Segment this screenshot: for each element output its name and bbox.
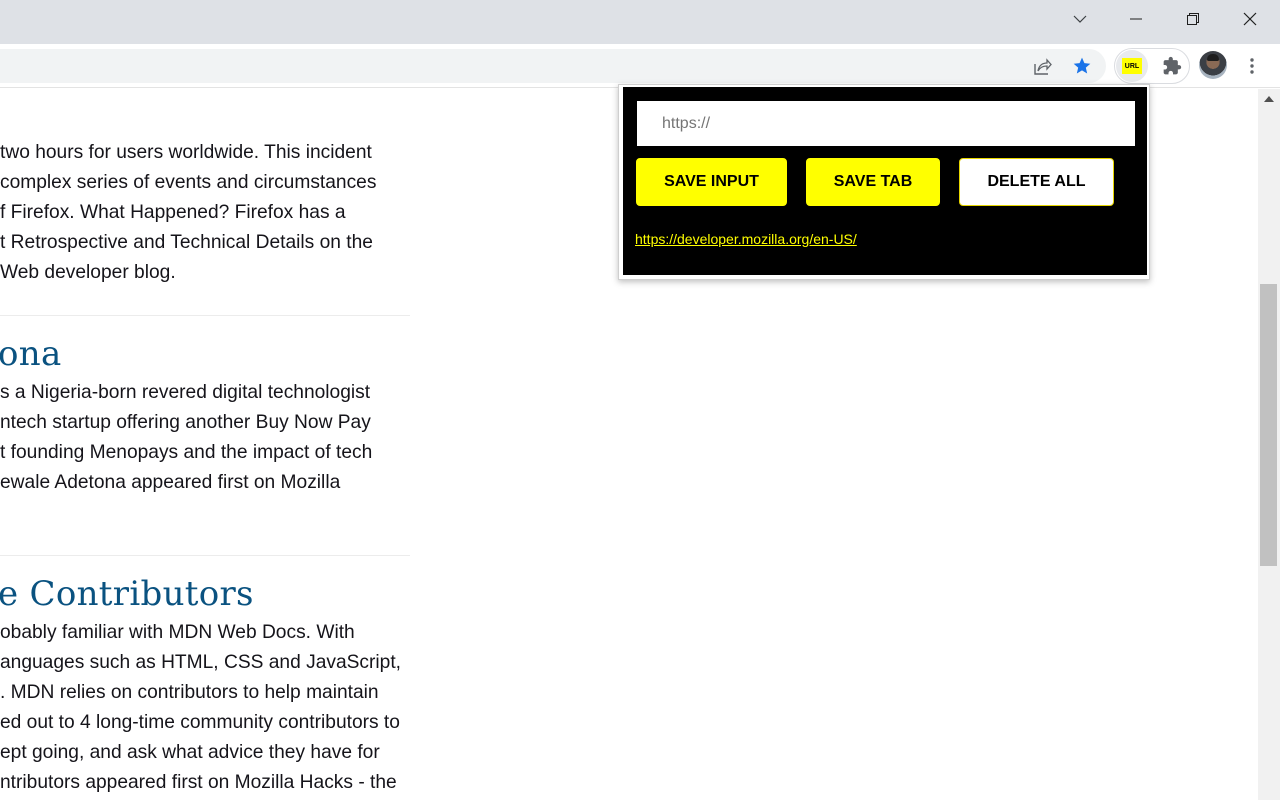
article-excerpt-3: obably familiar with MDN Web Docs. With … [0,618,420,798]
url-saver-popup: SAVE INPUT SAVE TAB DELETE ALL https://d… [618,84,1150,280]
text-line: f Firefox. What Happened? Firefox has a [0,202,346,223]
url-extension-icon: URL [1122,58,1142,74]
text-line: complex series of events and circumstanc… [0,172,377,193]
restore-icon [1187,13,1199,25]
title-bar [0,0,1280,44]
save-tab-button[interactable]: SAVE TAB [806,158,940,206]
saved-url-link[interactable]: https://developer.mozilla.org/en-US/ [635,231,857,247]
article-divider [0,315,410,316]
tab-search-button[interactable] [1057,0,1103,38]
text-line: t Retrospective and Technical Details on… [0,232,373,253]
article-title-3[interactable]: e Contributors [0,574,254,614]
scroll-up-button[interactable] [1258,89,1280,109]
minimize-icon [1130,18,1142,20]
article-excerpt-2: s a Nigeria-born revered digital technol… [0,378,420,498]
chevron-down-icon [1073,15,1087,23]
popup-body: SAVE INPUT SAVE TAB DELETE ALL https://d… [623,87,1147,275]
text-line: ntributors appeared first on Mozilla Hac… [0,772,397,793]
puzzle-icon [1163,56,1182,75]
arrow-up-icon [1264,96,1274,102]
address-bar[interactable] [0,49,1106,83]
page-scrollbar[interactable] [1258,89,1280,800]
close-icon [1243,12,1257,26]
text-line: obably familiar with MDN Web Docs. With [0,622,355,643]
kebab-menu-icon [1250,58,1254,74]
text-line: ewale Adetona appeared first on Mozilla [0,472,341,493]
share-button[interactable] [1030,54,1054,78]
text-line: ntech startup offering another Buy Now P… [0,412,371,433]
text-line: ed out to 4 long-time community contribu… [0,712,400,733]
url-input[interactable] [637,101,1135,146]
restore-button[interactable] [1170,0,1216,38]
text-line: ept going, and ask what advice they have… [0,742,380,763]
article-title-2[interactable]: ona [0,334,62,374]
extensions-button[interactable] [1160,54,1184,78]
text-line: anguages such as HTML, CSS and JavaScrip… [0,652,402,673]
browser-toolbar: URL [0,44,1280,88]
text-line: . MDN relies on contributors to help mai… [0,682,379,703]
url-extension-button[interactable]: URL [1116,50,1148,82]
text-line: s a Nigeria-born revered digital technol… [0,382,371,403]
text-line: Web developer blog. [0,262,176,283]
minimize-button[interactable] [1113,0,1159,38]
article-excerpt-1: two hours for users worldwide. This inci… [0,138,420,288]
delete-all-button[interactable]: DELETE ALL [959,158,1114,206]
share-icon [1034,58,1052,75]
profile-avatar[interactable] [1199,51,1227,79]
text-line: t founding Menopays and the impact of te… [0,442,373,463]
close-window-button[interactable] [1227,0,1273,38]
text-line: two hours for users worldwide. This inci… [0,142,372,163]
save-input-button[interactable]: SAVE INPUT [636,158,787,206]
browser-menu-button[interactable] [1240,54,1264,78]
star-icon [1073,57,1091,74]
scrollbar-thumb[interactable] [1260,284,1277,566]
article-divider [0,555,410,556]
bookmark-button[interactable] [1070,54,1094,78]
